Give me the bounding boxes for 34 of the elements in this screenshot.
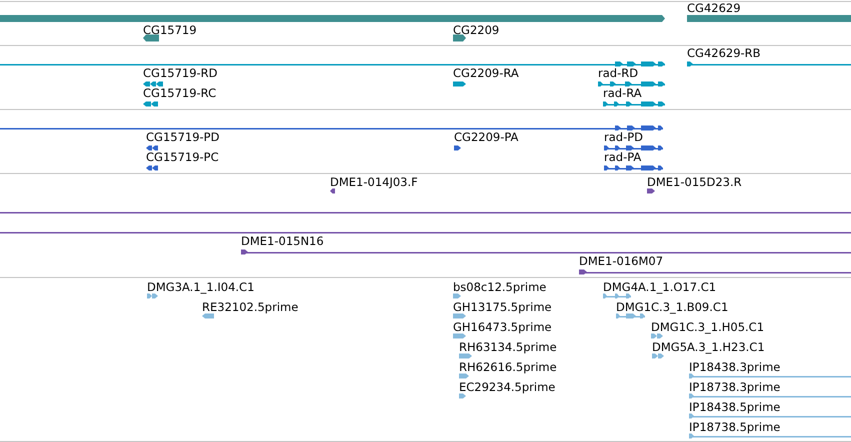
feature-label: IP18738.3prime [689, 380, 780, 394]
feature-label: IP18438.5prime [689, 400, 780, 414]
feature-label: DME1-014J03.F [330, 175, 418, 189]
feature-label: CG15719-PD [146, 130, 220, 144]
feature-label: rad-RD [598, 66, 638, 80]
feature-label: DMG1C.3_1.H05.C1 [651, 320, 764, 334]
feature-label: CG15719-RC [143, 86, 216, 100]
feature-label: CG15719 [143, 23, 197, 37]
feature-label: CG42629 [687, 1, 741, 15]
feature-label: RE32102.5prime [202, 300, 298, 314]
feature-label: bs08c12.5prime [453, 280, 546, 294]
feature-label: DMG3A.1_1.I04.C1 [147, 280, 254, 294]
feature-label: DMG1C.3_1.B09.C1 [616, 300, 728, 314]
feature-label: CG42629-RB [687, 46, 761, 60]
feature-label: DME1-015N16 [241, 234, 324, 248]
feature-label: CG2209-RA [453, 66, 519, 80]
feature-label: DME1-015D23.R [647, 175, 742, 189]
feature-label: EC29234.5prime [459, 380, 556, 394]
feature-label: DMG4A.1_1.O17.C1 [603, 280, 716, 294]
feature-label: GH13175.5prime [453, 300, 552, 314]
feature-label: GH16473.5prime [453, 320, 552, 334]
feature-label: IP18738.5prime [689, 420, 780, 434]
feature-label: DMG5A.3_1.H23.C1 [652, 340, 765, 354]
feature-label: CG2209-PA [454, 130, 518, 144]
feature-label: rad-PD [604, 130, 644, 144]
feature-label: CG15719-PC [146, 150, 219, 164]
feature-label: rad-PA [604, 150, 642, 164]
feature-label: RH62616.5prime [459, 360, 557, 374]
feature-label: rad-RA [603, 86, 642, 100]
feature-label: CG2209 [453, 23, 500, 37]
feature-label: IP18438.3prime [689, 360, 780, 374]
feature-label: RH63134.5prime [459, 340, 557, 354]
feature-label: CG15719-RD [143, 66, 218, 80]
feature-label: DME1-016M07 [579, 254, 664, 268]
